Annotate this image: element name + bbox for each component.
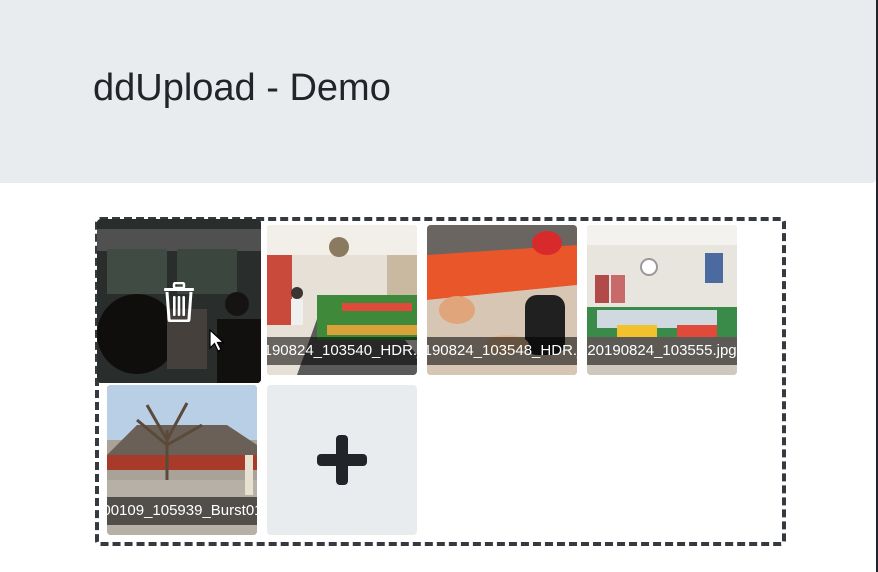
file-name: 20200109_105939_Burst01.jpg xyxy=(107,497,257,525)
plus-icon xyxy=(317,454,367,466)
add-file-button[interactable] xyxy=(267,385,417,535)
trash-icon[interactable] xyxy=(161,282,197,322)
upload-dropzone[interactable]: 20190824_103540_HDR.jpg 20190824_103548_… xyxy=(95,217,786,546)
file-name: 20190824_103548_HDR.jpg xyxy=(427,337,577,365)
file-thumbnail[interactable] xyxy=(97,219,261,383)
file-thumbnail[interactable]: 20190824_103555.jpg xyxy=(587,225,737,375)
page-title: ddUpload - Demo xyxy=(93,67,391,109)
mouse-cursor-icon xyxy=(209,329,225,352)
file-thumbnail[interactable]: 20200109_105939_Burst01.jpg xyxy=(107,385,257,535)
header-jumbotron: ddUpload - Demo xyxy=(0,0,876,183)
file-name: 20190824_103540_HDR.jpg xyxy=(267,337,417,365)
file-thumbnail[interactable]: 20190824_103540_HDR.jpg xyxy=(267,225,417,375)
file-thumbnail[interactable]: 20190824_103548_HDR.jpg xyxy=(427,225,577,375)
file-name: 20190824_103555.jpg xyxy=(587,337,737,365)
